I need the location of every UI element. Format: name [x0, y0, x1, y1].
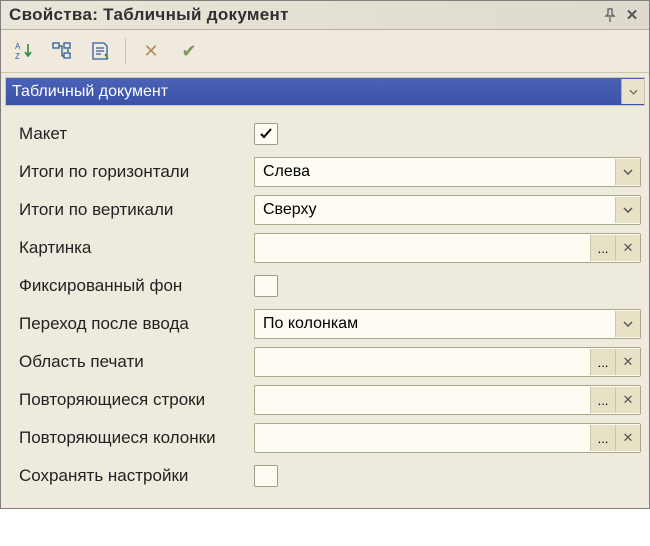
prop-label: Повторяющиеся колонки [13, 428, 254, 448]
repeat-rows-picker[interactable]: ... ✕ [254, 385, 641, 415]
picker-clear-button[interactable]: ✕ [615, 235, 640, 261]
chevron-down-icon [623, 169, 633, 175]
section-title: Табличный документ [6, 83, 621, 101]
picker-clear-button[interactable]: ✕ [615, 425, 640, 451]
totals-v-combo[interactable]: Сверху [254, 195, 641, 225]
prop-repeat-cols: Повторяющиеся колонки ... ✕ [13, 420, 641, 456]
prop-picture: Картинка ... ✕ [13, 230, 641, 266]
prop-label: Повторяющиеся строки [13, 390, 254, 410]
toolbar: A Z ✕ ✔ [1, 30, 649, 73]
prop-save-settings: Сохранять настройки [13, 458, 641, 494]
prop-fixed-bg: Фиксированный фон [13, 268, 641, 304]
combo-value: Сверху [255, 201, 615, 219]
combo-value: По колонкам [255, 315, 615, 333]
picker-browse-button[interactable]: ... [590, 235, 615, 261]
combo-dropdown-button[interactable] [615, 311, 640, 337]
prop-label: Область печати [13, 352, 254, 372]
prop-label: Фиксированный фон [13, 276, 254, 296]
page-filter-icon [89, 40, 111, 62]
categorize-button[interactable] [45, 34, 79, 68]
svg-text:Z: Z [15, 52, 20, 61]
picker-browse-button[interactable]: ... [590, 349, 615, 375]
picker-browse-button[interactable]: ... [590, 425, 615, 451]
prop-label: Итоги по вертикали [13, 200, 254, 220]
section-header[interactable]: Табличный документ [5, 77, 645, 106]
prop-label: Переход после ввода [13, 314, 254, 334]
svg-text:A: A [15, 42, 21, 51]
prop-totals-h: Итоги по горизонтали Слева [13, 154, 641, 190]
prop-label: Макет [13, 124, 254, 144]
titlebar: Свойства: Табличный документ ✕ [1, 1, 649, 30]
check-icon: ✔ [181, 41, 196, 62]
picker-browse-button[interactable]: ... [590, 387, 615, 413]
print-area-picker[interactable]: ... ✕ [254, 347, 641, 377]
prop-label: Итоги по горизонтали [13, 162, 254, 182]
tree-icon [51, 40, 73, 62]
pin-icon [604, 8, 616, 22]
fixed-bg-checkbox[interactable] [254, 275, 278, 297]
chevron-down-icon [623, 321, 633, 327]
property-grid: Макет Итоги по горизонтали Слева [1, 110, 649, 508]
template-checkbox[interactable] [254, 123, 278, 145]
prop-label: Картинка [13, 238, 254, 258]
combo-dropdown-button[interactable] [615, 159, 640, 185]
picture-picker[interactable]: ... ✕ [254, 233, 641, 263]
save-settings-checkbox[interactable] [254, 465, 278, 487]
filter-button[interactable] [83, 34, 117, 68]
picker-clear-button[interactable]: ✕ [615, 349, 640, 375]
sort-az-icon: A Z [13, 40, 35, 62]
chevron-down-icon [629, 89, 638, 95]
enter-move-combo[interactable]: По колонкам [254, 309, 641, 339]
sort-az-button[interactable]: A Z [7, 34, 41, 68]
x-icon: ✕ [143, 41, 158, 62]
apply-edit-button[interactable]: ✔ [172, 34, 206, 68]
combo-dropdown-button[interactable] [615, 197, 640, 223]
prop-print-area: Область печати ... ✕ [13, 344, 641, 380]
picker-clear-button[interactable]: ✕ [615, 387, 640, 413]
chevron-down-icon [623, 207, 633, 213]
cancel-edit-button[interactable]: ✕ [134, 34, 168, 68]
checkmark-icon [259, 128, 273, 140]
section-dropdown-button[interactable] [621, 79, 644, 104]
totals-h-combo[interactable]: Слева [254, 157, 641, 187]
properties-panel: Свойства: Табличный документ ✕ A Z [0, 0, 650, 509]
repeat-cols-picker[interactable]: ... ✕ [254, 423, 641, 453]
toolbar-separator [125, 38, 126, 64]
prop-repeat-rows: Повторяющиеся строки ... ✕ [13, 382, 641, 418]
pin-button[interactable] [599, 5, 621, 25]
prop-totals-v: Итоги по вертикали Сверху [13, 192, 641, 228]
prop-enter-move: Переход после ввода По колонкам [13, 306, 641, 342]
window-title: Свойства: Табличный документ [9, 5, 599, 25]
prop-template: Макет [13, 116, 641, 152]
close-button[interactable]: ✕ [621, 5, 643, 25]
prop-label: Сохранять настройки [13, 466, 254, 486]
combo-value: Слева [255, 163, 615, 181]
